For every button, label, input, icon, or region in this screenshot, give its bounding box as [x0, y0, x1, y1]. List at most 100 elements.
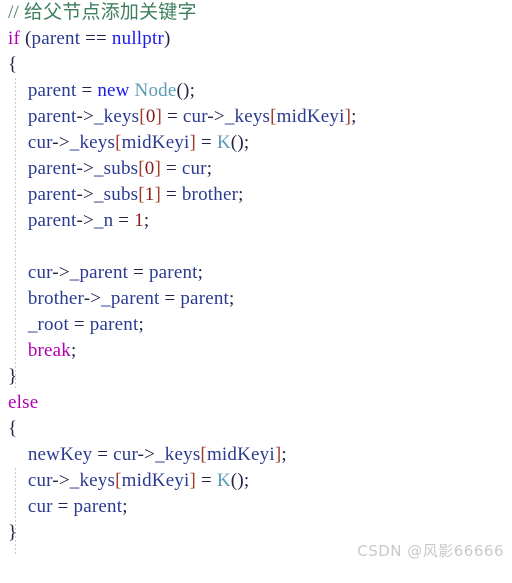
- code-token: brother: [181, 184, 239, 205]
- code-token: ->: [76, 106, 94, 127]
- code-token: _keys: [155, 444, 201, 465]
- code-line: _root = parent;: [0, 312, 512, 338]
- code-lines-container: // 给父节点添加关键字 if (parent == nullptr){ pare…: [0, 0, 512, 546]
- code-token: midKeyi: [276, 106, 345, 127]
- code-token: =: [162, 106, 183, 127]
- code-token: ;: [238, 184, 244, 205]
- code-token: ->: [76, 210, 94, 231]
- code-line: if (parent == nullptr): [0, 26, 512, 52]
- code-line: parent->_n = 1;: [0, 208, 512, 234]
- code-token: cur: [181, 158, 207, 179]
- code-line: parent->_subs[0] = cur;: [0, 156, 512, 182]
- code-token: _keys: [93, 106, 140, 127]
- code-line: parent->_subs[1] = brother;: [0, 182, 512, 208]
- code-token: K: [216, 132, 231, 153]
- code-token: _keys: [69, 132, 116, 153]
- code-token: ;: [122, 496, 128, 517]
- code-token: _subs: [93, 158, 139, 179]
- code-token: =: [113, 210, 135, 231]
- code-line: else: [0, 390, 512, 416]
- csdn-watermark: CSDN @风影66666: [357, 542, 504, 560]
- code-token: parent: [89, 314, 139, 335]
- code-token: nullptr: [111, 28, 164, 49]
- code-token: ;: [229, 288, 235, 309]
- code-token: _root: [27, 314, 69, 335]
- code-line: cur->_parent = parent;: [0, 260, 512, 286]
- code-token: Node: [134, 80, 177, 101]
- code-token: {: [8, 54, 18, 75]
- code-token: _parent: [69, 262, 129, 283]
- code-line: // 给父节点添加关键字: [0, 0, 512, 26]
- code-token: ->: [76, 184, 94, 205]
- code-token: =: [52, 496, 74, 517]
- code-token: midKeyi: [121, 470, 190, 491]
- code-token: ();: [230, 470, 250, 491]
- code-token: break: [27, 340, 72, 361]
- code-token: parent: [73, 496, 123, 517]
- code-line: parent = new Node();: [0, 78, 512, 104]
- code-token: ->: [52, 262, 70, 283]
- code-token: =: [76, 80, 98, 101]
- code-token: =: [68, 314, 90, 335]
- code-line: cur->_keys[midKeyi] = K();: [0, 130, 512, 156]
- code-token: cur: [27, 496, 53, 517]
- code-token: parent: [27, 80, 77, 101]
- code-token: ();: [230, 132, 250, 153]
- code-line: parent->_keys[0] = cur->_keys[midKeyi];: [0, 104, 512, 130]
- code-token: ==: [80, 28, 112, 49]
- code-token: // 给父节点添加关键字: [8, 2, 197, 23]
- code-token: ): [164, 28, 171, 49]
- code-token: =: [128, 262, 149, 283]
- code-token: =: [159, 288, 181, 309]
- code-token: ;: [281, 444, 287, 465]
- code-token: parent: [27, 184, 77, 205]
- code-token: =: [196, 132, 217, 153]
- code-token: _keys: [224, 106, 271, 127]
- code-line: newKey = cur->_keys[midKeyi];: [0, 442, 512, 468]
- code-token: {: [8, 418, 18, 439]
- code-token: ->: [83, 288, 102, 309]
- code-token: _subs: [93, 184, 139, 205]
- code-token: ;: [351, 106, 357, 127]
- code-token: parent: [31, 28, 81, 49]
- code-line: cur->_keys[midKeyi] = K();: [0, 468, 512, 494]
- code-token: ->: [76, 158, 94, 179]
- code-token: ;: [138, 314, 144, 335]
- code-token: ;: [71, 340, 77, 361]
- code-token: }: [8, 522, 18, 543]
- code-token: new: [97, 80, 130, 101]
- code-token: ;: [197, 262, 204, 283]
- code-token: =: [196, 470, 217, 491]
- code-token: parent: [27, 106, 77, 127]
- code-line: brother->_parent = parent;: [0, 286, 512, 312]
- code-token: newKey: [27, 444, 93, 465]
- code-token: cur: [27, 470, 53, 491]
- code-token: 1: [134, 210, 144, 231]
- code-token: ->: [52, 470, 70, 491]
- code-token: K: [216, 470, 231, 491]
- code-token: brother: [27, 288, 84, 309]
- code-token: =: [161, 184, 182, 205]
- code-token: midKeyi: [206, 444, 275, 465]
- code-token: ->: [137, 444, 156, 465]
- code-token: ->: [207, 106, 225, 127]
- code-token: if: [8, 28, 21, 49]
- code-token: cur: [27, 132, 53, 153]
- code-token: cur: [113, 444, 138, 465]
- code-token: 0: [145, 106, 156, 127]
- code-token: parent: [148, 262, 198, 283]
- code-line: {: [0, 416, 512, 442]
- code-line: cur = parent;: [0, 494, 512, 520]
- code-token: midKeyi: [121, 132, 190, 153]
- code-token: ;: [143, 210, 150, 231]
